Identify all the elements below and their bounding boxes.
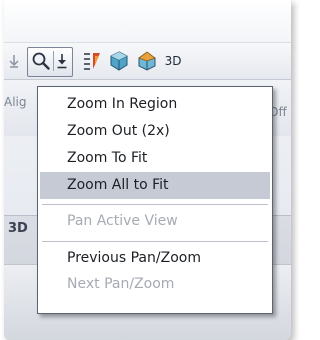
split-divider bbox=[53, 51, 54, 71]
3d-house-icon[interactable] bbox=[135, 49, 159, 73]
zoom-dropdown-menu: Zoom In Region Zoom Out (2x) Zoom To Fit… bbox=[37, 86, 273, 314]
title-strip bbox=[4, 0, 291, 42]
dropdown-arrow-icon[interactable] bbox=[56, 52, 68, 74]
3d-view-label[interactable]: 3D bbox=[160, 52, 186, 70]
align-partial-label: Alig bbox=[4, 95, 27, 109]
menu-separator bbox=[42, 241, 268, 242]
menu-item-previous-pan-zoom[interactable]: Previous Pan/Zoom bbox=[40, 245, 270, 272]
menu-item-next-pan-zoom[interactable]: Next Pan/Zoom bbox=[40, 271, 270, 298]
toolbar: 3D bbox=[4, 42, 291, 80]
menu-item-zoom-in-region[interactable]: Zoom In Region bbox=[40, 91, 270, 118]
partial-toolbar-icon bbox=[8, 51, 20, 71]
menu-item-zoom-to-fit[interactable]: Zoom To Fit bbox=[40, 145, 270, 172]
menu-separator bbox=[42, 204, 268, 205]
zoom-magnifier-icon[interactable] bbox=[31, 51, 51, 75]
3d-cube-icon[interactable] bbox=[107, 49, 131, 73]
view-tab-label: 3D bbox=[8, 221, 28, 236]
layers-icon[interactable] bbox=[81, 49, 103, 73]
menu-item-zoom-all-to-fit[interactable]: Zoom All to Fit bbox=[40, 172, 270, 199]
menu-item-pan-active-view[interactable]: Pan Active View bbox=[40, 208, 270, 235]
zoom-split-button[interactable] bbox=[27, 47, 73, 77]
menu-item-zoom-out-2x[interactable]: Zoom Out (2x) bbox=[40, 118, 270, 145]
